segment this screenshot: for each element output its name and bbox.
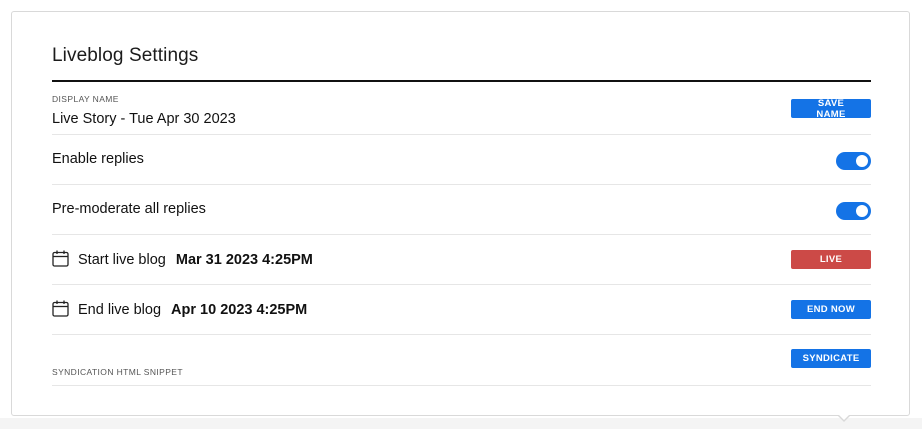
end-now-button[interactable]: END NOW xyxy=(791,300,871,319)
premoderate-row: Pre-moderate all replies xyxy=(52,185,871,235)
syndication-row: SYNDICATE SYNDICATION HTML SNIPPET xyxy=(52,335,871,386)
live-button[interactable]: LIVE xyxy=(791,250,871,269)
liveblog-settings-panel: Liveblog Settings DISPLAY NAME Live Stor… xyxy=(11,11,910,416)
display-name-label: DISPLAY NAME xyxy=(52,94,119,104)
syndicate-button[interactable]: SYNDICATE xyxy=(791,349,871,368)
enable-replies-toggle[interactable] xyxy=(836,152,871,170)
panel-title: Liveblog Settings xyxy=(52,45,199,66)
enable-replies-row: Enable replies xyxy=(52,135,871,185)
enable-replies-label: Enable replies xyxy=(52,151,144,167)
premoderate-toggle[interactable] xyxy=(836,202,871,220)
start-liveblog-label: Start live blog xyxy=(78,252,166,268)
display-name-value[interactable]: Live Story - Tue Apr 30 2023 xyxy=(52,111,236,127)
display-name-row: DISPLAY NAME Live Story - Tue Apr 30 202… xyxy=(52,82,871,135)
end-liveblog-row: End live blog Apr 10 2023 4:25PM END NOW xyxy=(52,285,871,335)
start-date-value: Mar 31 2023 4:25PM xyxy=(175,252,313,268)
premoderate-label: Pre-moderate all replies xyxy=(52,201,206,217)
panel-pointer xyxy=(837,414,851,422)
start-liveblog-row: Start live blog Mar 31 2023 4:25PM LIVE xyxy=(52,235,871,285)
calendar-icon xyxy=(52,300,69,317)
toggle-knob xyxy=(856,205,868,217)
end-date-value: Apr 10 2023 4:25PM xyxy=(171,302,308,318)
syndication-label: SYNDICATION HTML SNIPPET xyxy=(52,367,183,377)
start-liveblog-text[interactable]: Start live blog Mar 31 2023 4:25PM xyxy=(78,252,313,268)
calendar-icon xyxy=(52,250,69,267)
save-name-button[interactable]: SAVE NAME xyxy=(791,98,871,120)
end-liveblog-label: End live blog xyxy=(78,302,162,318)
toggle-knob xyxy=(856,155,868,167)
end-liveblog-text[interactable]: End live blog Apr 10 2023 4:25PM xyxy=(78,302,307,318)
